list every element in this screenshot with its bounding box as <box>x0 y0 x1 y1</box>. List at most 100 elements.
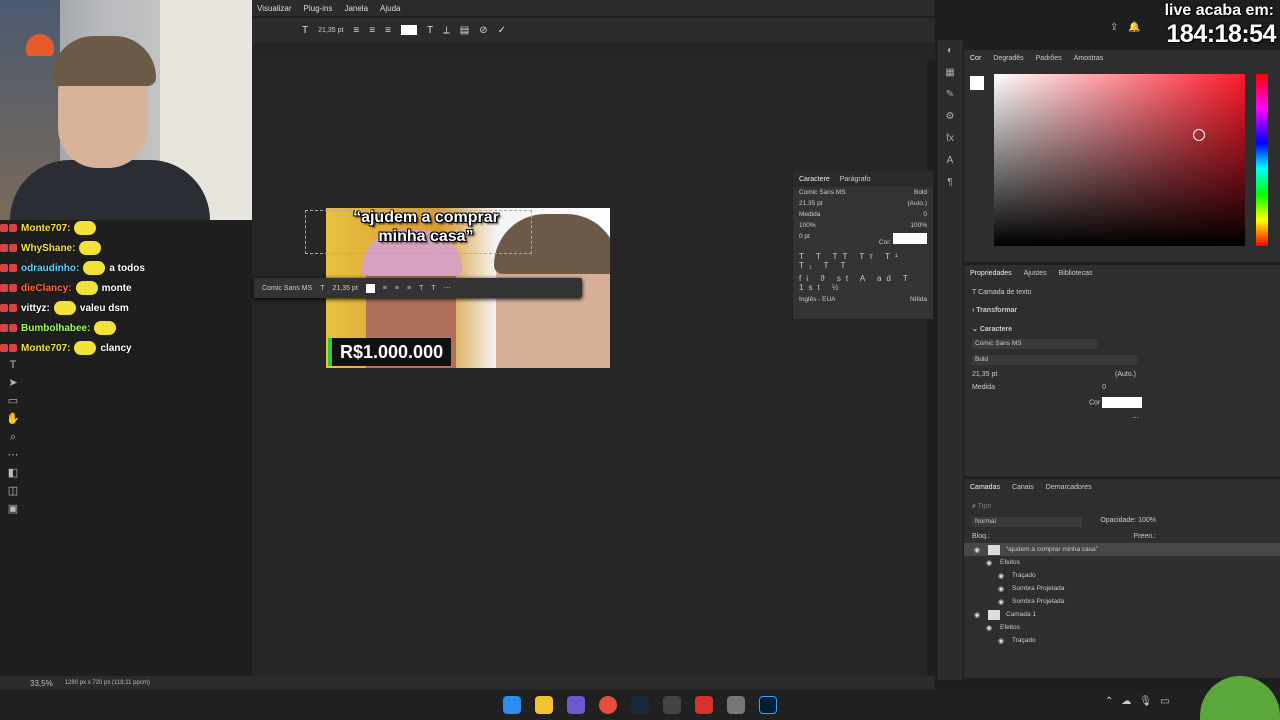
cp-kerning[interactable]: Medida <box>799 211 820 218</box>
visibility-eye-icon[interactable]: ◉ <box>986 624 994 632</box>
character-icon[interactable]: A <box>937 150 963 172</box>
layer-row[interactable]: ◉ Efeitos <box>964 556 1280 569</box>
align-left-icon[interactable]: ≡ <box>353 25 359 36</box>
chat-username[interactable]: Monte707: <box>21 223 70 234</box>
visibility-eye-icon[interactable]: ◉ <box>974 546 982 554</box>
cloud-icon[interactable]: ☁ <box>1121 696 1131 714</box>
props-font[interactable]: Comic Sans MS <box>972 339 1097 349</box>
layer-row[interactable]: ◉ Camada 1 <box>964 608 1280 621</box>
ctx-align-left-icon[interactable]: ≡ <box>383 285 387 292</box>
blend-mode-select[interactable]: Normal <box>972 517 1082 527</box>
chat-username[interactable]: dieClancy: <box>21 283 72 294</box>
ctx-font[interactable]: Comic Sans MS <box>262 285 312 292</box>
discord-icon[interactable] <box>567 696 585 714</box>
foreground-swatch[interactable] <box>970 76 984 90</box>
menu-visualizar[interactable]: Visualizar <box>257 4 292 13</box>
tab-paragrafo[interactable]: Parágrafo <box>840 176 871 183</box>
network-icon[interactable]: ▭ <box>1160 696 1169 714</box>
adjustments-icon[interactable]: ⚙ <box>937 106 963 128</box>
chat-username[interactable]: vittyz: <box>21 303 50 314</box>
props-transform[interactable]: Transformar <box>976 307 1017 314</box>
layer-row[interactable]: ◉ Efeitos <box>964 621 1280 634</box>
menu-janela[interactable]: Janela <box>344 4 368 13</box>
brush-icon[interactable]: ✎ <box>937 84 963 106</box>
align-right-icon[interactable]: ≡ <box>385 25 391 36</box>
commit-icon[interactable]: ✓ <box>498 25 506 36</box>
layer-row[interactable]: ◉ Traçado <box>964 569 1280 582</box>
tab-bibliotecas[interactable]: Bibliotecas <box>1059 270 1093 277</box>
3d-text-icon[interactable]: ⟂ <box>443 25 450 36</box>
props-kerning[interactable]: Medida <box>972 384 995 391</box>
rectangle-tool-icon[interactable]: ▭ <box>3 393 23 409</box>
align-center-icon[interactable]: ≡ <box>369 25 375 36</box>
chat-username[interactable]: WhyShane: <box>21 243 75 254</box>
color-picker-field[interactable] <box>994 74 1245 246</box>
visibility-eye-icon[interactable]: ◉ <box>986 559 994 567</box>
cancel-icon[interactable]: ⊘ <box>479 25 487 36</box>
chrome-icon[interactable] <box>599 696 617 714</box>
hue-slider[interactable] <box>1256 74 1268 246</box>
cp-color-swatch[interactable] <box>893 233 927 244</box>
tab-cor[interactable]: Cor <box>970 55 981 62</box>
visibility-eye-icon[interactable]: ◉ <box>998 585 1006 593</box>
tab-degrades[interactable]: Degradês <box>993 55 1023 62</box>
visibility-eye-icon[interactable]: ◉ <box>998 637 1006 645</box>
tab-padroes[interactable]: Padrões <box>1036 55 1062 62</box>
settings-icon[interactable] <box>727 696 745 714</box>
fx-icon[interactable]: fx <box>937 128 963 150</box>
tab-canais[interactable]: Canais <box>1012 484 1034 491</box>
ctx-align-right-icon[interactable]: ≡ <box>407 285 411 292</box>
steam-icon[interactable] <box>631 696 649 714</box>
zoom-tool-icon[interactable]: ⌕ <box>3 429 23 445</box>
tab-amostras[interactable]: Amostras <box>1074 55 1104 62</box>
more-tools-icon[interactable]: ⋯ <box>3 447 23 463</box>
props-size[interactable]: 21,35 pt <box>972 371 997 378</box>
cp-vscale[interactable]: 100% <box>799 222 816 229</box>
layer-row[interactable]: ◉ Sombra Projetada <box>964 582 1280 595</box>
cp-language[interactable]: Inglês - EUA <box>799 296 836 303</box>
cp-opentype-buttons[interactable]: fi ϑ st A ad T 1st ½ <box>793 272 933 294</box>
ctx-warp-icon[interactable]: T <box>419 285 423 292</box>
text-selection-box[interactable] <box>305 210 532 254</box>
canvas-area[interactable] <box>252 60 927 676</box>
visibility-eye-icon[interactable]: ◉ <box>998 598 1006 606</box>
color-panel-icon[interactable]: ◐ <box>937 40 963 62</box>
props-color-swatch[interactable] <box>1102 397 1143 408</box>
props-leading[interactable]: (Auto.) <box>1115 371 1136 378</box>
chat-username[interactable]: Monte707: <box>21 343 70 354</box>
layer-row[interactable]: ◉ “ajudem a comprar minha casa” <box>964 543 1280 556</box>
path-select-icon[interactable]: ➤ <box>3 375 23 391</box>
cp-baseline[interactable]: 0 pt <box>799 233 810 246</box>
zoom-level[interactable]: 33,5% <box>30 679 53 688</box>
file-explorer-icon[interactable] <box>535 696 553 714</box>
chat-username[interactable]: Bumbolhabee: <box>21 323 90 334</box>
tab-camadas[interactable]: Camadas <box>970 484 1000 491</box>
char-panel-toggle-icon[interactable]: ▤ <box>460 25 469 36</box>
obs-icon[interactable] <box>663 696 681 714</box>
mic-icon[interactable]: 🎙 <box>1139 696 1152 714</box>
props-tracking[interactable]: 0 <box>1102 384 1106 391</box>
ctx-more-icon[interactable]: ⋯ <box>444 284 451 292</box>
cp-font[interactable]: Comic Sans MS <box>799 189 846 196</box>
layers-search[interactable]: Tipo <box>978 503 991 510</box>
more-options-icon[interactable]: ⋯ <box>964 411 1280 425</box>
cp-size[interactable]: 21,35 pt <box>799 200 823 207</box>
text-color-swatch[interactable] <box>400 25 417 35</box>
ctx-color-swatch[interactable] <box>365 283 375 293</box>
props-style[interactable]: Bold <box>972 355 1137 365</box>
tab-demarcadores[interactable]: Demarcadores <box>1046 484 1092 491</box>
start-icon[interactable] <box>503 696 521 714</box>
cp-style[interactable]: Bold <box>914 189 927 196</box>
cp-hscale[interactable]: 100% <box>910 222 927 229</box>
menu-ajuda[interactable]: Ajuda <box>380 4 400 13</box>
tab-propriedades[interactable]: Propriedades <box>970 270 1012 277</box>
notifications-icon[interactable]: 🔔 <box>1128 22 1140 38</box>
visibility-eye-icon[interactable]: ◉ <box>998 572 1006 580</box>
opera-icon[interactable] <box>695 696 713 714</box>
tab-ajustes[interactable]: Ajustes <box>1024 270 1047 277</box>
warp-text-icon[interactable]: T <box>427 25 433 36</box>
layer-row[interactable]: ◉ Traçado <box>964 634 1280 647</box>
visibility-eye-icon[interactable]: ◉ <box>974 611 982 619</box>
chat-username[interactable]: odraudinho: <box>21 263 79 274</box>
tab-caractere[interactable]: Caractere <box>799 176 830 183</box>
